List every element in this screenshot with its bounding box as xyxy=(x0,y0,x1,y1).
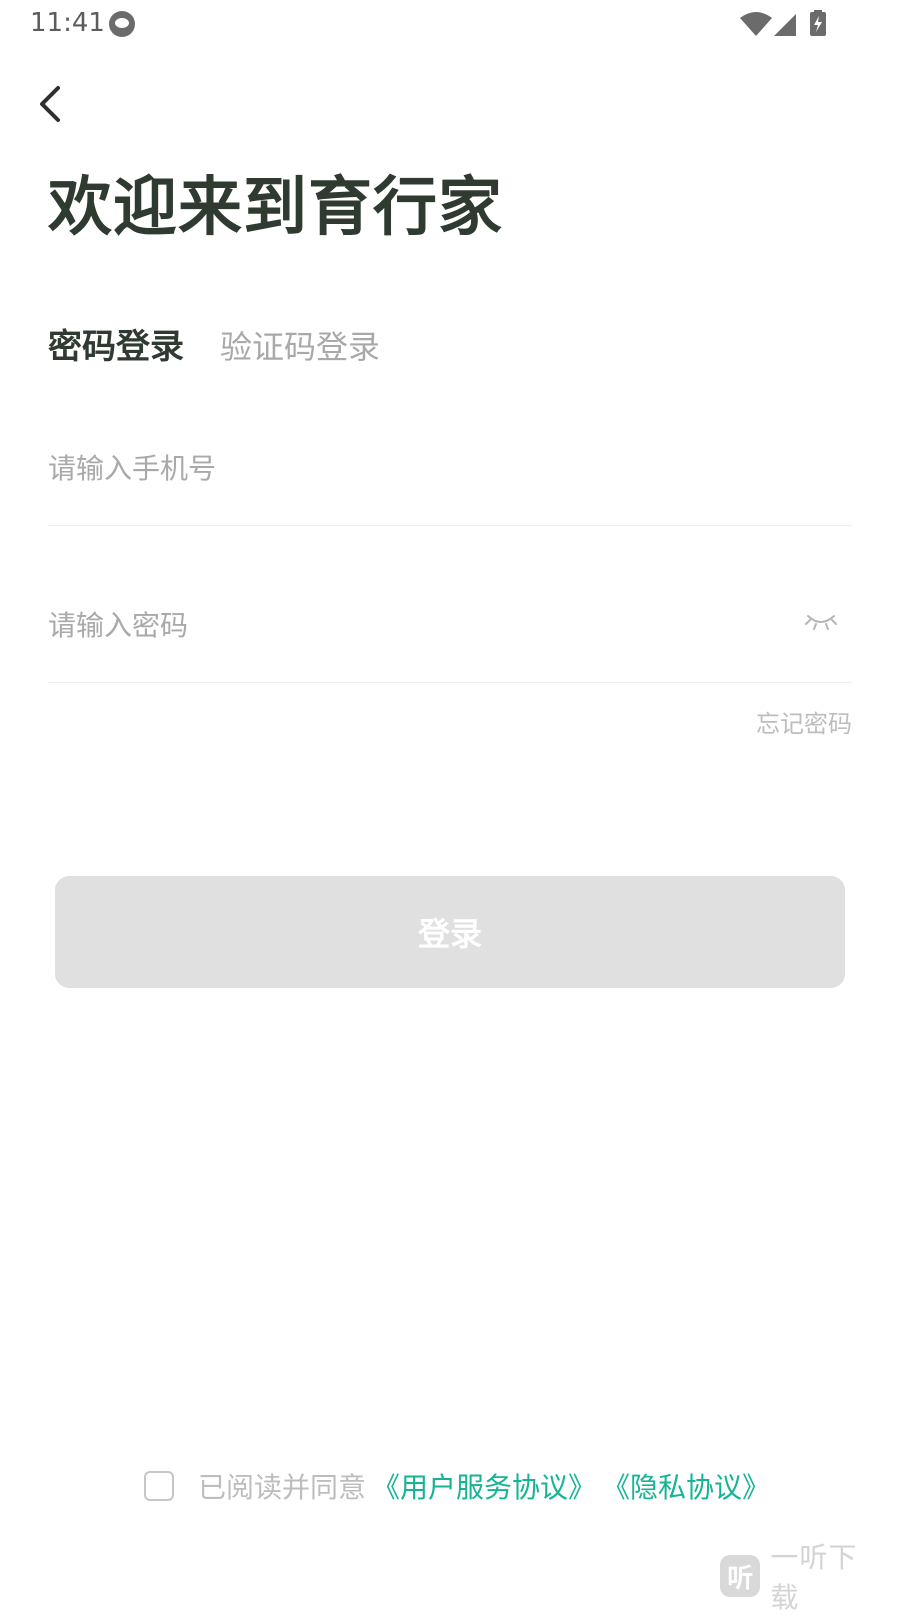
eye-closed-icon[interactable] xyxy=(804,608,838,632)
notification-face-icon xyxy=(109,11,135,37)
page-title: 欢迎来到育行家 xyxy=(48,171,503,245)
login-button-label: 登录 xyxy=(417,915,482,953)
back-arrow-icon[interactable] xyxy=(34,82,70,126)
phone-input[interactable] xyxy=(48,433,852,503)
agreement-prefix: 已阅读并同意 xyxy=(198,1471,367,1504)
watermark-badge: 听 xyxy=(720,1555,761,1597)
phone-field-container xyxy=(48,433,852,526)
wifi-icon xyxy=(740,12,772,36)
status-icons xyxy=(740,10,826,36)
forgot-password-link[interactable]: 忘记密码 xyxy=(756,708,852,740)
tab-password-login[interactable]: 密码登录 xyxy=(48,325,184,369)
status-time: 11:41 xyxy=(30,8,105,38)
password-field-container xyxy=(48,590,852,683)
signal-icon xyxy=(774,14,796,36)
password-input[interactable] xyxy=(48,590,788,660)
watermark-text: 一听下载 xyxy=(770,1541,858,1614)
privacy-link[interactable]: 《隐私协议》 xyxy=(602,1466,770,1506)
watermark: 听 一听下载 xyxy=(720,1541,882,1614)
battery-charging-icon xyxy=(810,10,826,36)
tab-code-login[interactable]: 验证码登录 xyxy=(220,325,380,369)
agreement-row: 已阅读并同意 《用户服务协议》 《隐私协议》 xyxy=(144,1466,770,1506)
user-terms-link[interactable]: 《用户服务协议》 xyxy=(372,1466,596,1506)
agreement-checkbox[interactable] xyxy=(144,1471,174,1501)
login-button[interactable]: 登录 xyxy=(55,876,845,988)
